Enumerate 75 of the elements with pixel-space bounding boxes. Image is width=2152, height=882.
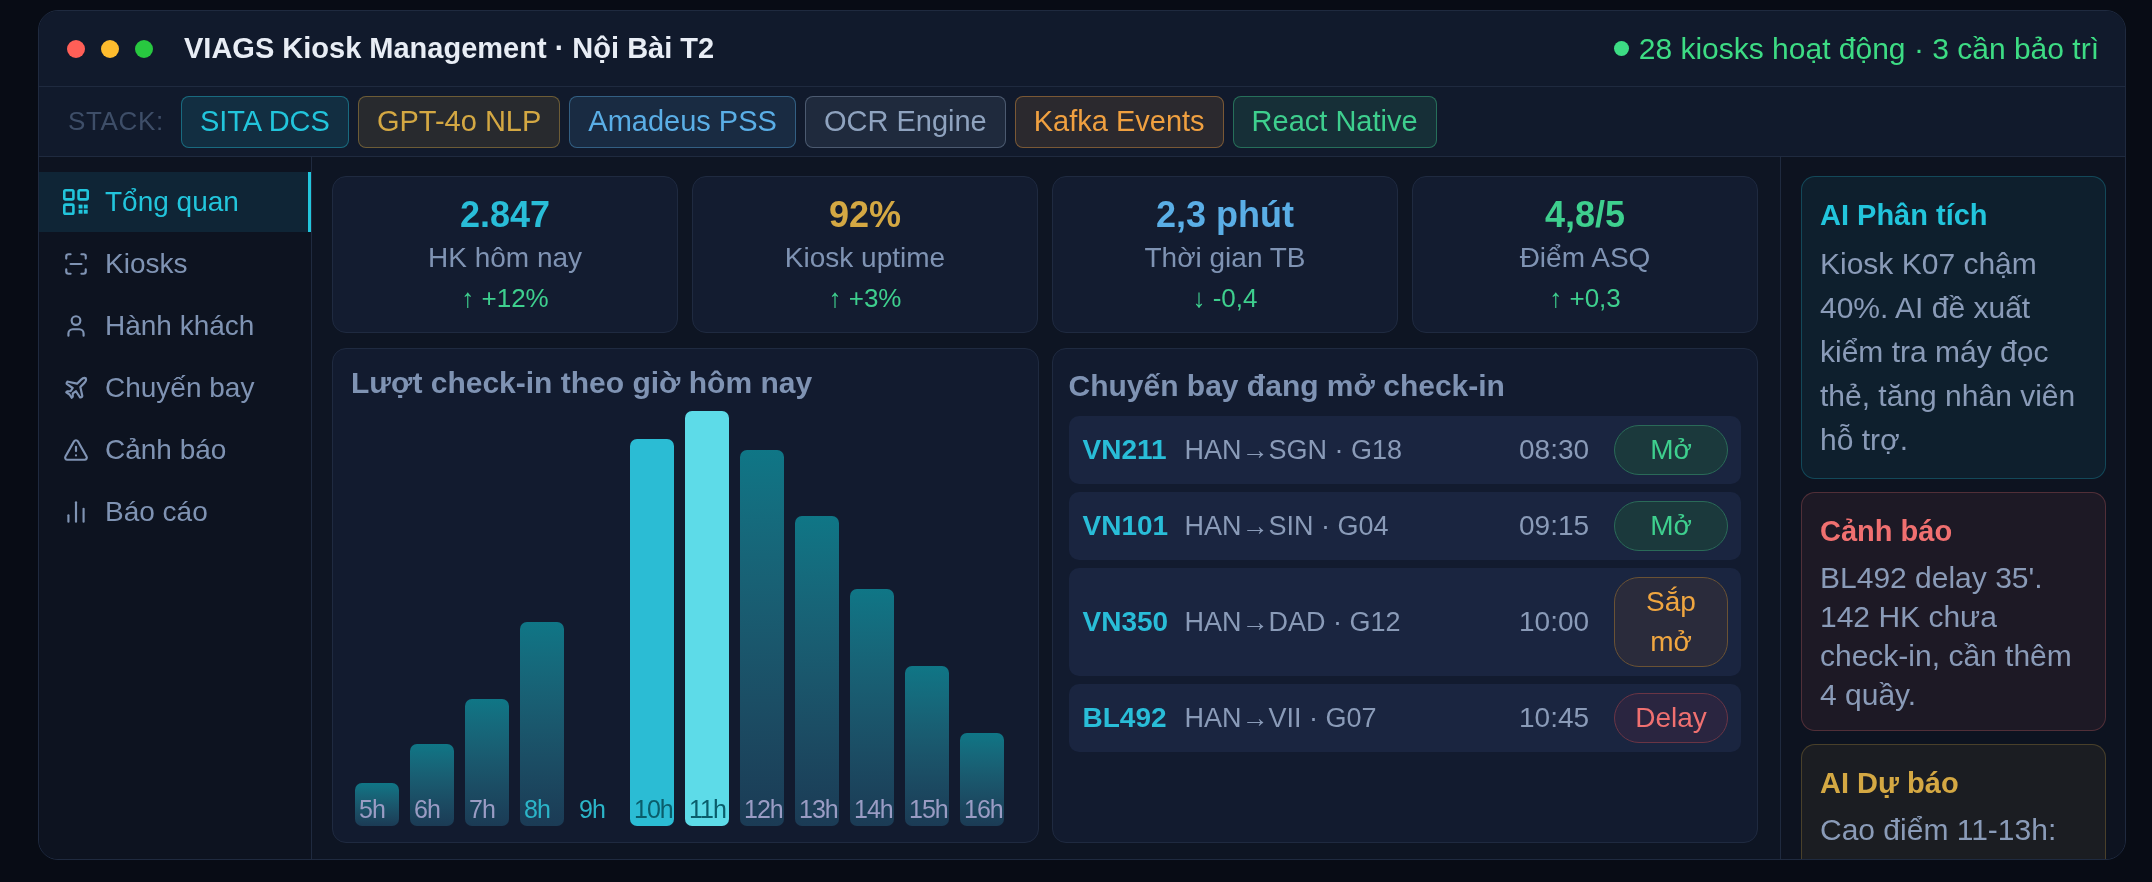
bar-label: 16h [964,795,1003,823]
flight-number: VN101 [1082,509,1170,543]
maximize-button[interactable] [135,39,153,58]
stat-label: Điểm ASQ [1519,241,1651,275]
bar-label: 14h [854,795,893,823]
card-text: BL492 delay 35'. 142 HK chưa check-in, cần thêm 4 quầy. [1820,560,2073,713]
status-badge: Mở [1614,501,1728,551]
grid-icon [63,189,89,215]
bar-label: 10h [634,795,673,823]
tech-tag: Kafka Events [1014,95,1224,148]
scan-icon [63,251,89,277]
stat-delta: ↑ +3% [828,282,902,315]
stat-label: HK hôm nay [427,241,583,275]
nav-item[interactable]: Chuyến bay [39,358,311,418]
plane-icon [63,375,89,401]
bar-label: 6h [414,795,440,823]
bar-label: 5h [359,795,385,823]
bar-label: 15h [909,795,948,823]
chart-bar [355,782,399,826]
flight-time: 09:15 [1519,509,1591,543]
flight-row[interactable]: VN211 HAN→SGN · G18 08:30 Mở [1068,416,1741,484]
card-text: Kiosk K07 chậm 40%. AI đề xuất kiểm tra máy đọc thẻ, tăng nhân viên hỗ trợ. [1820,246,2077,458]
stat-value: 2,3 phút [1156,193,1294,237]
status-badge: Sắp mở [1614,577,1728,667]
flight-route: HAN→DAD · G12 [1184,605,1402,639]
section-title: Chuyến bay đang mở check-in [1068,370,1506,402]
stat-delta: ↓ -0,4 [1192,282,1258,315]
flight-number: VN350 [1082,605,1170,639]
bar-label: 7h [469,795,495,823]
stat-label: Thời gian TB [1144,241,1306,275]
nav-item[interactable]: Báo cáo [39,482,311,542]
status-text: 28 kiosks hoạt động · 3 cần bảo trì [1638,31,2099,67]
flight-time: 08:30 [1519,433,1591,467]
card-title: AI Dự báo [1820,766,1960,801]
nav-item[interactable]: Tổng quan [39,172,311,232]
flight-time: 10:45 [1519,701,1591,735]
stack-label: STACK: [68,105,164,138]
flight-route: HAN→VII · G07 [1184,701,1378,735]
bar-label: 13h [799,795,838,823]
stat-value: 2.847 [459,193,551,237]
bar-label: 9h [579,795,605,823]
stat-value: 92% [828,193,902,237]
minimize-button[interactable] [101,39,119,58]
flight-row[interactable]: VN101 HAN→SIN · G04 09:15 Mở [1068,492,1741,560]
flight-row[interactable]: VN350 HAN→DAD · G12 10:00 Sắp mở [1068,568,1741,676]
card-text: Cao điểm 11-13h: [1820,812,2058,848]
flight-time: 10:00 [1519,605,1591,639]
chart-title: Lượt check-in theo giờ hôm nay [351,367,814,399]
bar-label: 11h [689,795,726,823]
status-badge: Delay [1614,693,1728,743]
status-badge: Mở [1614,425,1728,475]
nav-item[interactable]: Hành khách [39,296,311,356]
stat-value: 4,8/5 [1544,193,1626,237]
stat-delta: ↑ +12% [461,282,549,315]
tech-tag: GPT-4o NLP [357,95,561,148]
stat-label: Kiosk uptime [784,241,946,275]
card-title: Cảnh báo [1820,514,1954,549]
tech-tag: React Native [1232,95,1437,148]
warning-icon [63,437,89,463]
tech-tag: OCR Engine [804,95,1006,148]
window-title: VIAGS Kiosk Management · Nội Bài T2 [184,30,715,66]
tech-tag: Amadeus PSS [569,95,796,148]
flight-number: VN211 [1082,433,1168,467]
flight-number: BL492 [1082,701,1168,735]
stat-delta: ↑ +0,3 [1549,282,1621,315]
flight-row[interactable]: BL492 HAN→VII · G07 10:45 Delay [1068,684,1741,752]
nav-item[interactable]: Kiosks [39,234,311,294]
card-title: AI Phân tích [1820,198,1989,233]
tech-tag: SITA DCS [180,95,349,148]
bar-label: 8h [524,795,550,823]
bar-label: 12h [744,795,783,823]
flight-route: HAN→SIN · G04 [1184,509,1390,543]
flight-route: HAN→SGN · G18 [1184,433,1404,467]
close-button[interactable] [67,39,85,58]
nav-item[interactable]: Cảnh báo [39,420,311,480]
